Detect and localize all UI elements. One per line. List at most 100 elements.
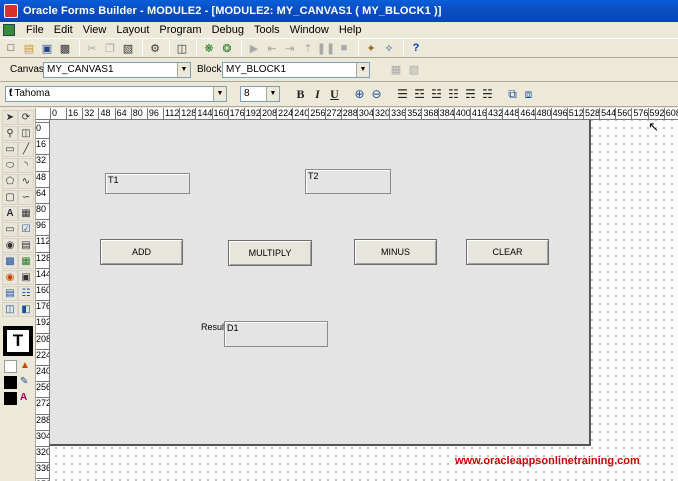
magnify-icon[interactable]: ⚲ — [2, 126, 18, 141]
zoom-out-icon[interactable]: ⊖ — [369, 86, 384, 102]
font-size-select[interactable]: 8 ▼ — [240, 86, 280, 102]
tree-tool-icon[interactable]: ☷ — [18, 286, 34, 301]
canvas-my-canvas1[interactable]: T1 T2 ADD MULTIPLY MINUS CLEAR Result D1 — [50, 120, 591, 446]
text-item-t1-label: T1 — [108, 175, 119, 185]
align-right-icon[interactable]: ☳ — [429, 86, 444, 102]
frame-icon[interactable]: ▦ — [18, 206, 34, 221]
zoom-in-icon[interactable]: ⊕ — [352, 86, 367, 102]
paste-icon[interactable]: ▧ — [120, 41, 136, 56]
image-tool-icon[interactable]: ▩ — [2, 254, 18, 269]
ruler-tick: 64 — [114, 108, 127, 119]
ruler-tick: 224 — [276, 108, 294, 119]
chart-tool-icon[interactable]: ▦ — [18, 254, 34, 269]
chevron-down-icon[interactable]: ▼ — [177, 63, 190, 77]
ole-container-icon[interactable]: ◉ — [2, 270, 18, 285]
menu-debug[interactable]: Debug — [207, 24, 249, 36]
copy-icon[interactable]: ❐ — [102, 41, 118, 56]
debug-icon[interactable]: ❋ — [201, 41, 217, 56]
text-item-tool-icon[interactable]: ▤ — [18, 238, 34, 253]
step-into-icon[interactable]: ⇤ — [264, 41, 280, 56]
print-icon[interactable]: ▩ — [57, 41, 73, 56]
document-window-icon[interactable] — [3, 24, 15, 36]
wizard-icon[interactable]: ✦ — [363, 41, 379, 56]
polygon-icon[interactable]: ⬠ — [2, 174, 18, 189]
chevron-down-icon[interactable]: ▼ — [266, 87, 279, 101]
bring-to-front-icon[interactable]: ⧉ — [505, 86, 520, 102]
menu-tools[interactable]: Tools — [249, 24, 285, 36]
rounded-rectangle-icon[interactable]: ▢ — [2, 190, 18, 205]
clear-button[interactable]: CLEAR — [466, 239, 549, 265]
list-item-tool-icon[interactable]: ▤ — [2, 286, 18, 301]
menu-program[interactable]: Program — [154, 24, 206, 36]
align-top-icon[interactable]: ☷ — [446, 86, 461, 102]
ruler-tick: 0 — [36, 122, 49, 133]
text-item-t1[interactable]: T1 — [105, 173, 190, 194]
new-icon[interactable]: □ — [3, 41, 19, 56]
text-color-swatch[interactable] — [4, 392, 17, 405]
menu-edit[interactable]: Edit — [49, 24, 78, 36]
checkbox-tool-icon[interactable]: ☑ — [18, 222, 34, 237]
align-center-icon[interactable]: ☲ — [412, 86, 427, 102]
debug-run-icon[interactable]: ❂ — [219, 41, 235, 56]
menu-file[interactable]: File — [21, 24, 49, 36]
align-bottom-icon[interactable]: ☵ — [480, 86, 495, 102]
add-button[interactable]: ADD — [100, 239, 183, 265]
polyline-icon[interactable]: ∿ — [18, 174, 34, 189]
ruler-tick: 80 — [36, 203, 49, 214]
menu-window[interactable]: Window — [285, 24, 334, 36]
cut-icon[interactable]: ✂ — [84, 41, 100, 56]
display-item-d1[interactable]: D1 — [224, 321, 328, 347]
menu-help[interactable]: Help — [334, 24, 367, 36]
save-icon[interactable]: ▣ — [39, 41, 55, 56]
send-to-back-icon[interactable]: ⧈ — [521, 86, 536, 102]
run-form-icon[interactable]: ◫ — [174, 41, 190, 56]
chevron-down-icon[interactable]: ▼ — [356, 63, 369, 77]
stop-icon[interactable]: ■ — [336, 41, 352, 56]
ruler-tick: 448 — [502, 108, 520, 119]
compile-icon[interactable]: ⚙ — [147, 41, 163, 56]
rectangle-icon[interactable]: ▭ — [2, 142, 18, 157]
step-out-icon[interactable]: ⇡ — [300, 41, 316, 56]
menu-view[interactable]: View — [78, 24, 112, 36]
underline-button[interactable]: U — [327, 86, 342, 102]
open-icon[interactable]: ▤ — [21, 41, 37, 56]
fill-color-icon[interactable]: ▲ — [20, 360, 30, 371]
go-icon[interactable]: ▶ — [246, 41, 262, 56]
tab-canvas-icon[interactable]: ◧ — [18, 302, 34, 317]
text-tool-icon[interactable]: A — [2, 206, 18, 221]
watermark: www.oracleappsonlinetraining.com — [455, 455, 640, 467]
block-select[interactable]: MY_BLOCK1 ▼ — [222, 62, 370, 78]
italic-button[interactable]: I — [310, 86, 325, 102]
text-item-t2[interactable]: T2 — [305, 169, 391, 194]
help-icon[interactable]: ? — [408, 41, 424, 56]
pause-icon[interactable]: ❚❚ — [317, 41, 335, 56]
stacked-canvas-icon[interactable]: ◫ — [2, 302, 18, 317]
radio-button-tool-icon[interactable]: ◉ — [2, 238, 18, 253]
minus-button[interactable]: MINUS — [354, 239, 437, 265]
chevron-down-icon[interactable]: ▼ — [213, 87, 226, 101]
line-color-icon[interactable]: ✎ — [20, 376, 28, 387]
align-middle-icon[interactable]: ☴ — [463, 86, 478, 102]
button-tool-icon[interactable]: ▭ — [2, 222, 18, 237]
line-color-swatch[interactable] — [4, 376, 17, 389]
unlock-layout-icon[interactable]: ▧ — [406, 62, 422, 77]
arc-icon[interactable]: ◝ — [18, 158, 34, 173]
fill-color-swatch[interactable] — [4, 360, 17, 373]
step-over-icon[interactable]: ⇥ — [282, 41, 298, 56]
align-left-icon[interactable]: ☰ — [395, 86, 410, 102]
reshape-icon[interactable]: ◫ — [18, 126, 34, 141]
multiply-button[interactable]: MULTIPLY — [228, 240, 312, 266]
activex-control-icon[interactable]: ▣ — [18, 270, 34, 285]
layout-wizard-icon[interactable]: ✧ — [381, 41, 397, 56]
select-arrow-icon[interactable]: ➤ — [2, 110, 18, 125]
text-color-icon[interactable]: A — [20, 392, 27, 403]
font-name-select[interactable]: ƭ Tahoma ▼ — [5, 86, 227, 102]
bold-button[interactable]: B — [293, 86, 308, 102]
freehand-icon[interactable]: ∽ — [18, 190, 34, 205]
rotate-icon[interactable]: ⟳ — [18, 110, 34, 125]
line-icon[interactable]: ╱ — [18, 142, 34, 157]
ellipse-icon[interactable]: ⬭ — [2, 158, 18, 173]
canvas-select[interactable]: MY_CANVAS1 ▼ — [43, 62, 191, 78]
menu-layout[interactable]: Layout — [111, 24, 154, 36]
lock-layout-icon[interactable]: ▦ — [388, 62, 404, 77]
